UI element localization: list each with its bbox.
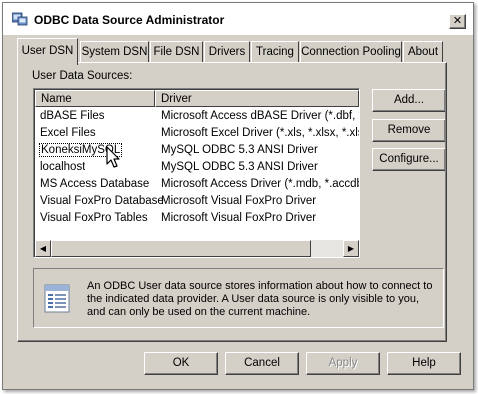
tab-label: About: [407, 46, 439, 58]
odbc-app-icon: [12, 12, 28, 26]
apply-button[interactable]: Apply: [306, 352, 380, 375]
tab-user-dsn[interactable]: User DSN: [17, 38, 78, 65]
tab-file-dsn[interactable]: File DSN: [150, 41, 203, 63]
help-button[interactable]: Help: [387, 352, 461, 375]
tab-panel-user-dsn: [17, 62, 447, 342]
window-title: ODBC Data Source Administrator: [34, 13, 225, 27]
tab-label: File DSN: [153, 46, 200, 58]
tab-label: System DSN: [81, 46, 148, 58]
tab-about[interactable]: About: [403, 41, 443, 63]
tab-label: Drivers: [208, 46, 246, 58]
tab-label: Tracing: [256, 46, 294, 58]
odbc-dialog: ODBC Data Source Administrator ✕ User DS…: [2, 2, 474, 390]
close-button[interactable]: ✕: [449, 14, 466, 29]
tab-drivers[interactable]: Drivers: [204, 41, 250, 63]
tab-connection-pooling[interactable]: Connection Pooling: [300, 41, 402, 63]
tab-system-dsn[interactable]: System DSN: [80, 41, 149, 63]
title-bar[interactable]: ODBC Data Source Administrator ✕: [3, 3, 473, 35]
tab-label: Connection Pooling: [301, 46, 401, 58]
ok-button[interactable]: OK: [144, 352, 218, 375]
mouse-pointer-icon: [106, 146, 120, 168]
tab-tracing[interactable]: Tracing: [251, 41, 299, 63]
close-icon: ✕: [452, 15, 463, 27]
tab-label: User DSN: [21, 45, 74, 57]
cancel-button[interactable]: Cancel: [225, 352, 299, 375]
